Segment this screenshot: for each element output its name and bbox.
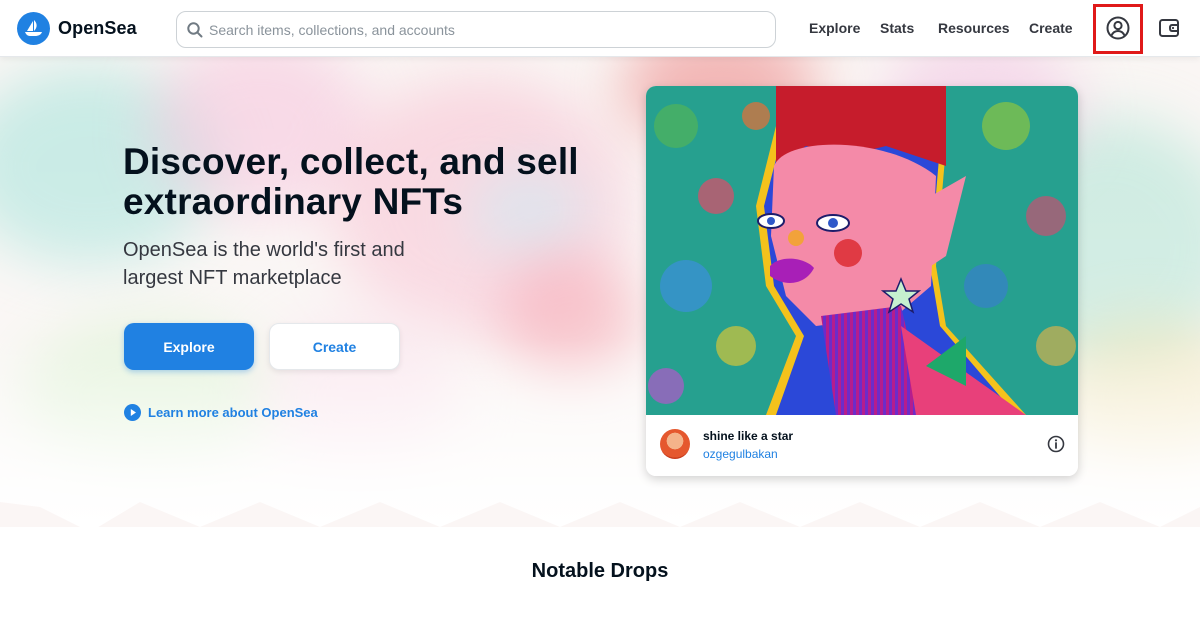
profile-icon	[1106, 16, 1130, 40]
creator-avatar[interactable]	[660, 429, 690, 459]
explore-button[interactable]: Explore	[124, 323, 254, 370]
hero-title: Discover, collect, and sell extraordinar…	[123, 141, 579, 222]
featured-nft-card[interactable]: shine like a star ozgegulbakan	[646, 86, 1078, 476]
wallet-button[interactable]	[1155, 14, 1183, 42]
info-icon[interactable]	[1047, 435, 1065, 453]
learn-more-link[interactable]: Learn more about OpenSea	[124, 404, 318, 421]
nav-explore[interactable]: Explore	[809, 20, 860, 36]
create-button[interactable]: Create	[269, 323, 400, 370]
top-navbar: OpenSea Explore Stats Resources Create	[0, 0, 1200, 57]
hero-subtitle: OpenSea is the world's first and largest…	[123, 239, 405, 289]
profile-button[interactable]	[1104, 14, 1132, 42]
featured-nft-footer: shine like a star ozgegulbakan	[646, 415, 1078, 476]
search-icon	[187, 22, 203, 38]
opensea-logo-icon	[17, 12, 50, 45]
nav-create[interactable]: Create	[1029, 20, 1073, 36]
notable-drops-heading: Notable Drops	[531, 560, 669, 582]
logo-text: OpenSea	[58, 18, 137, 38]
wallet-icon	[1159, 19, 1179, 37]
nft-name[interactable]: shine like a star	[703, 429, 793, 443]
featured-nft-image	[646, 86, 1078, 415]
play-circle-icon	[124, 404, 141, 421]
search-bar[interactable]	[176, 11, 776, 48]
nav-resources[interactable]: Resources	[938, 20, 1010, 36]
nav-stats[interactable]: Stats	[880, 20, 914, 36]
learn-more-text: Learn more about OpenSea	[148, 405, 318, 420]
creator-link[interactable]: ozgegulbakan	[703, 447, 778, 461]
search-input[interactable]	[209, 12, 769, 47]
opensea-logo[interactable]: OpenSea	[17, 12, 137, 45]
